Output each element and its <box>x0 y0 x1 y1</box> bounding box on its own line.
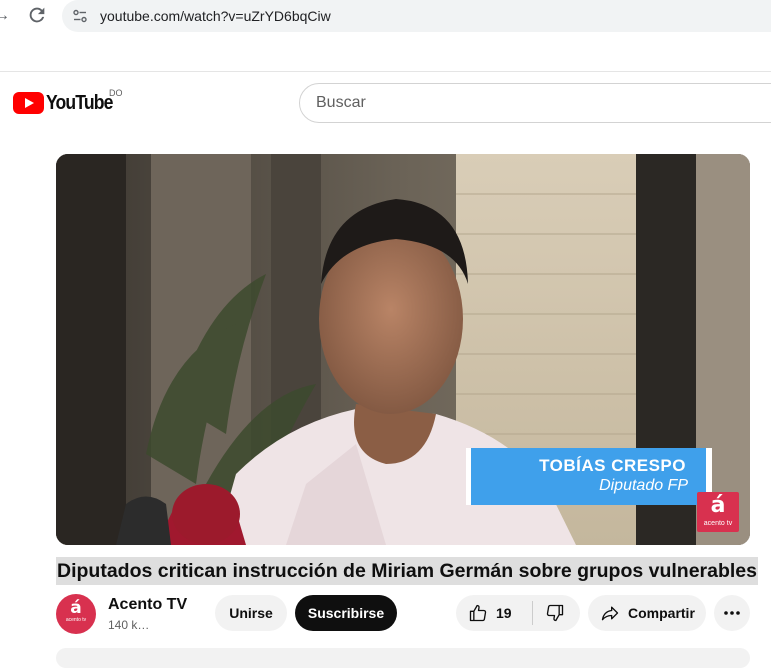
video-title: Diputados critican instrucción de Miriam… <box>56 557 759 585</box>
channel-watermark-logo: á acento tv <box>697 492 739 532</box>
share-arrow-icon <box>601 606 619 621</box>
reload-icon[interactable] <box>26 4 48 26</box>
url-text[interactable]: youtube.com/watch?v=uZrYD6bqCiw <box>100 8 331 24</box>
browser-toolbar: → youtube.com/watch?v=uZrYD6bqCiw <box>0 0 771 72</box>
more-horizontal-icon <box>724 611 740 615</box>
like-count: 19 <box>496 605 512 621</box>
thumbs-down-icon <box>546 604 564 622</box>
country-code: DO <box>109 88 123 98</box>
description-box[interactable] <box>56 648 750 668</box>
dislike-button[interactable] <box>533 595 580 631</box>
video-player[interactable]: TOBÍAS CRESPO Diputado FP á acento tv <box>56 154 750 545</box>
site-settings-icon[interactable] <box>72 8 88 24</box>
join-button[interactable]: Unirse <box>215 595 287 631</box>
lower-third-left-edge <box>466 448 471 505</box>
youtube-header: YouTube DO <box>0 72 771 132</box>
watermark-subtext: acento tv <box>703 520 733 527</box>
overlay-role: Diputado FP <box>599 477 688 494</box>
channel-avatar[interactable]: á acento tv <box>56 594 96 634</box>
like-dislike-group: 19 <box>456 595 580 631</box>
youtube-play-icon <box>13 92 44 114</box>
youtube-wordmark: YouTube <box>46 92 113 114</box>
like-button[interactable]: 19 <box>456 595 532 631</box>
search-input[interactable] <box>316 84 756 122</box>
address-bar[interactable]: youtube.com/watch?v=uZrYD6bqCiw <box>62 0 771 32</box>
share-button[interactable]: Compartir <box>588 595 706 631</box>
subscriber-count: 140 k… <box>108 618 150 632</box>
search-box[interactable] <box>299 83 771 123</box>
youtube-logo[interactable]: YouTube DO <box>13 88 123 114</box>
subscribe-button[interactable]: Suscribirse <box>295 595 397 631</box>
channel-name[interactable]: Acento TV <box>108 596 187 614</box>
share-label: Compartir <box>628 605 695 621</box>
thumbs-up-icon <box>469 604 487 622</box>
more-actions-button[interactable] <box>714 595 750 631</box>
overlay-name: TOBÍAS CRESPO <box>539 456 686 475</box>
avatar-glyph: á <box>70 598 82 618</box>
forward-arrow-icon[interactable]: → <box>0 6 12 26</box>
watermark-glyph: á <box>710 493 726 518</box>
avatar-subtext: acento tv <box>65 617 87 623</box>
